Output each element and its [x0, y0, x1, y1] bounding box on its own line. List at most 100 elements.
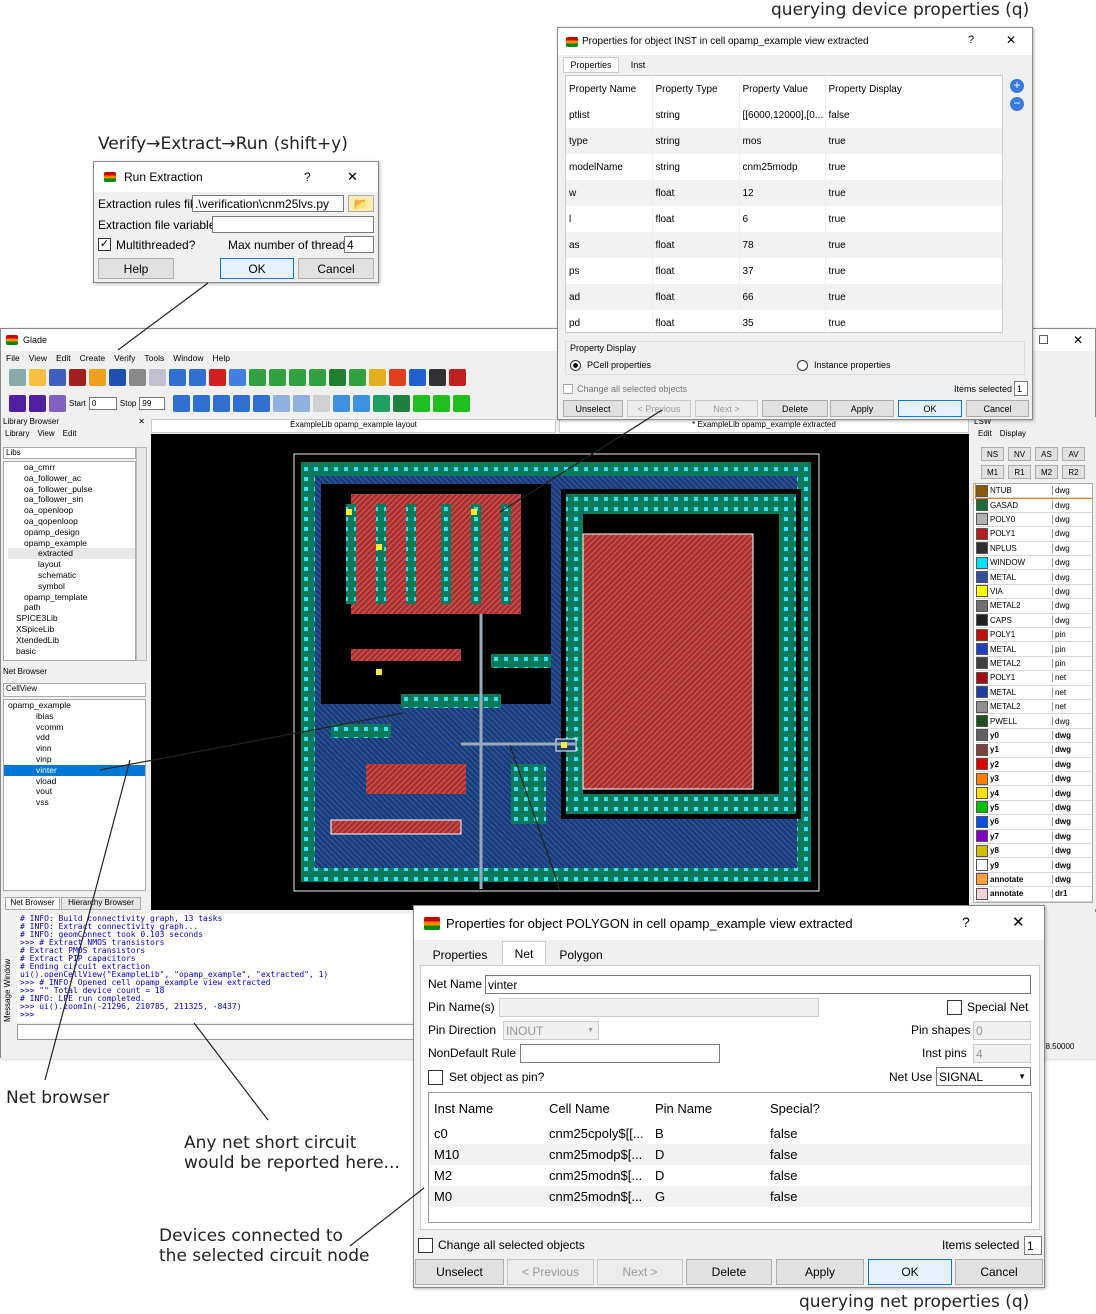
previous-button[interactable]: < Previous [507, 1259, 594, 1285]
table-row[interactable]: pd float 35 true [566, 310, 1002, 332]
table-row[interactable]: M10 cnm25modp$[... Dfalse [429, 1144, 1031, 1165]
lsw-btn-r1[interactable]: R1 [1008, 465, 1031, 479]
set-pin-checkbox[interactable] [428, 1070, 443, 1085]
net-item[interactable]: vout [4, 786, 145, 797]
nondefault-field[interactable] [520, 1044, 720, 1063]
apply-button[interactable]: Apply [830, 400, 894, 417]
play-icon[interactable] [9, 395, 26, 412]
pin-shapes-field[interactable]: 0 [973, 1021, 1031, 1040]
special-net-checkbox[interactable] [947, 1000, 962, 1015]
pin-direction-select[interactable]: INOUT ▼ [503, 1021, 599, 1040]
lib-item[interactable]: opamp_example [8, 538, 135, 549]
find-icon[interactable] [429, 369, 446, 386]
lsw-layer-row[interactable]: y0 dwg [976, 729, 1092, 744]
next-button[interactable]: Next > [695, 400, 758, 417]
move-icon[interactable] [229, 369, 246, 386]
zoom-in-icon[interactable] [273, 395, 291, 412]
net-name-field[interactable]: vinter [485, 975, 1031, 994]
lsw-layer-row[interactable]: annotate dwg [976, 873, 1092, 888]
path-icon[interactable] [329, 369, 346, 386]
net-item[interactable]: vdd [4, 732, 145, 743]
table-row[interactable]: M2 cnm25modn$[... Dfalse [429, 1165, 1031, 1186]
lsw-menu-display[interactable]: Display [1000, 429, 1026, 443]
copy-icon[interactable] [249, 369, 266, 386]
help-button[interactable]: ? [304, 170, 311, 184]
pin-names-field[interactable] [499, 998, 819, 1017]
net-item[interactable]: vinn [4, 743, 145, 754]
radio-instance[interactable] [797, 360, 808, 371]
rules-file-field[interactable]: .\verification\cnm25lvs.py [192, 195, 344, 212]
lsw-layer-row[interactable]: y6 dwg [976, 815, 1092, 830]
cellview-header[interactable]: CellView [3, 683, 146, 697]
tab-extracted[interactable]: * ExampleLib opamp_example extracted [559, 419, 969, 433]
lsw-layer-row[interactable]: y9 dwg [976, 858, 1092, 873]
lib-item[interactable]: XSpiceLib [8, 624, 135, 635]
change-all-checkbox[interactable] [563, 384, 573, 394]
ruler-icon[interactable] [369, 369, 386, 386]
table-row[interactable]: modelName string cnm25modp true [566, 154, 1002, 180]
lsw-layer-row[interactable]: annotate dr1 [976, 887, 1092, 902]
lsw-layer-row[interactable]: POLY1 dwg [976, 527, 1092, 542]
arrow-up-icon[interactable] [233, 395, 251, 412]
layout-canvas[interactable] [151, 434, 969, 910]
menu-create[interactable]: Create [80, 353, 106, 363]
net-item[interactable]: ibias [4, 711, 145, 722]
lsw-layer-row[interactable]: y4 dwg [976, 786, 1092, 801]
lib-item[interactable]: oa_openloop [8, 505, 135, 516]
net-item[interactable]: vss [4, 797, 145, 808]
help-btn[interactable]: Help [98, 258, 174, 279]
vars-field[interactable] [212, 216, 374, 233]
net-item[interactable]: vinp [4, 754, 145, 765]
tab-properties[interactable]: Properties [420, 944, 500, 966]
menu-help[interactable]: Help [213, 353, 230, 363]
zoom-fit-icon[interactable] [313, 395, 331, 412]
mirror-icon[interactable] [49, 395, 66, 412]
lib-menu-library[interactable]: Library [5, 429, 29, 442]
lib-item-extracted[interactable]: extracted [8, 548, 135, 560]
next-button[interactable]: Next > [597, 1259, 683, 1285]
lib-item[interactable]: SPICE3Lib [8, 613, 135, 624]
inst-pins-field[interactable]: 4 [973, 1044, 1031, 1063]
polygon-icon[interactable] [309, 369, 326, 386]
lsw-layer-row[interactable]: y1 dwg [976, 743, 1092, 758]
lsw-layer-row[interactable]: METAL2 pin [976, 657, 1092, 672]
net-use-select[interactable]: SIGNAL ▼ [936, 1067, 1031, 1086]
lsw-btn-m1[interactable]: M1 [981, 465, 1004, 479]
zoom-out-icon[interactable] [293, 395, 311, 412]
p-icon[interactable] [433, 395, 451, 412]
lsw-layer-row[interactable]: y8 dwg [976, 844, 1092, 859]
close-button[interactable]: ✕ [1006, 33, 1016, 47]
lsw-layer-row[interactable]: METAL pin [976, 642, 1092, 657]
maximize-button[interactable]: ☐ [1038, 333, 1049, 347]
lib-item[interactable]: XtendedLib [8, 635, 135, 646]
lib-item[interactable]: oa_follower_pulse [8, 484, 135, 495]
tab-layout[interactable]: ExampleLib opamp_example layout [151, 419, 556, 433]
previous-button[interactable]: < Previous [627, 400, 691, 417]
lib-item[interactable]: oa_follower_ac [8, 473, 135, 484]
descend-icon[interactable] [333, 395, 351, 412]
table-row[interactable]: type string mos true [566, 128, 1002, 154]
tab-net[interactable]: Net [502, 941, 546, 966]
command-input[interactable] [17, 1024, 417, 1040]
table-row[interactable]: c0 cnm25cpoly$[[... Bfalse [429, 1123, 1031, 1144]
arrow-right-icon[interactable] [213, 395, 231, 412]
lib-item-layout[interactable]: layout [8, 559, 135, 570]
db-icon[interactable] [9, 369, 26, 386]
start-spinbox[interactable]: 0 [88, 397, 117, 410]
stop-spinbox[interactable]: 99 [139, 397, 166, 410]
table-row[interactable]: w float 12 true [566, 180, 1002, 206]
lsw-btn-av[interactable]: AV [1062, 447, 1085, 461]
lib-item[interactable]: oa_follower_sin [8, 494, 135, 505]
lib-item[interactable]: opamp_template [8, 592, 135, 603]
lsw-layer-row[interactable]: METAL2 net [976, 700, 1092, 715]
label-icon[interactable] [349, 369, 366, 386]
help-button[interactable]: ? [968, 34, 974, 46]
lib-menu-edit[interactable]: Edit [63, 429, 77, 442]
cancel-button[interactable]: Cancel [298, 258, 374, 279]
print-icon[interactable] [129, 369, 146, 386]
multithread-checkbox[interactable]: ✓ [98, 238, 111, 251]
tab-hierarchy-browser[interactable]: Hierarchy Browser [61, 897, 141, 910]
lsw-layer-row[interactable]: y3 dwg [976, 772, 1092, 787]
cancel-button[interactable]: Cancel [966, 400, 1029, 417]
tab-properties[interactable]: Properties [563, 57, 619, 73]
